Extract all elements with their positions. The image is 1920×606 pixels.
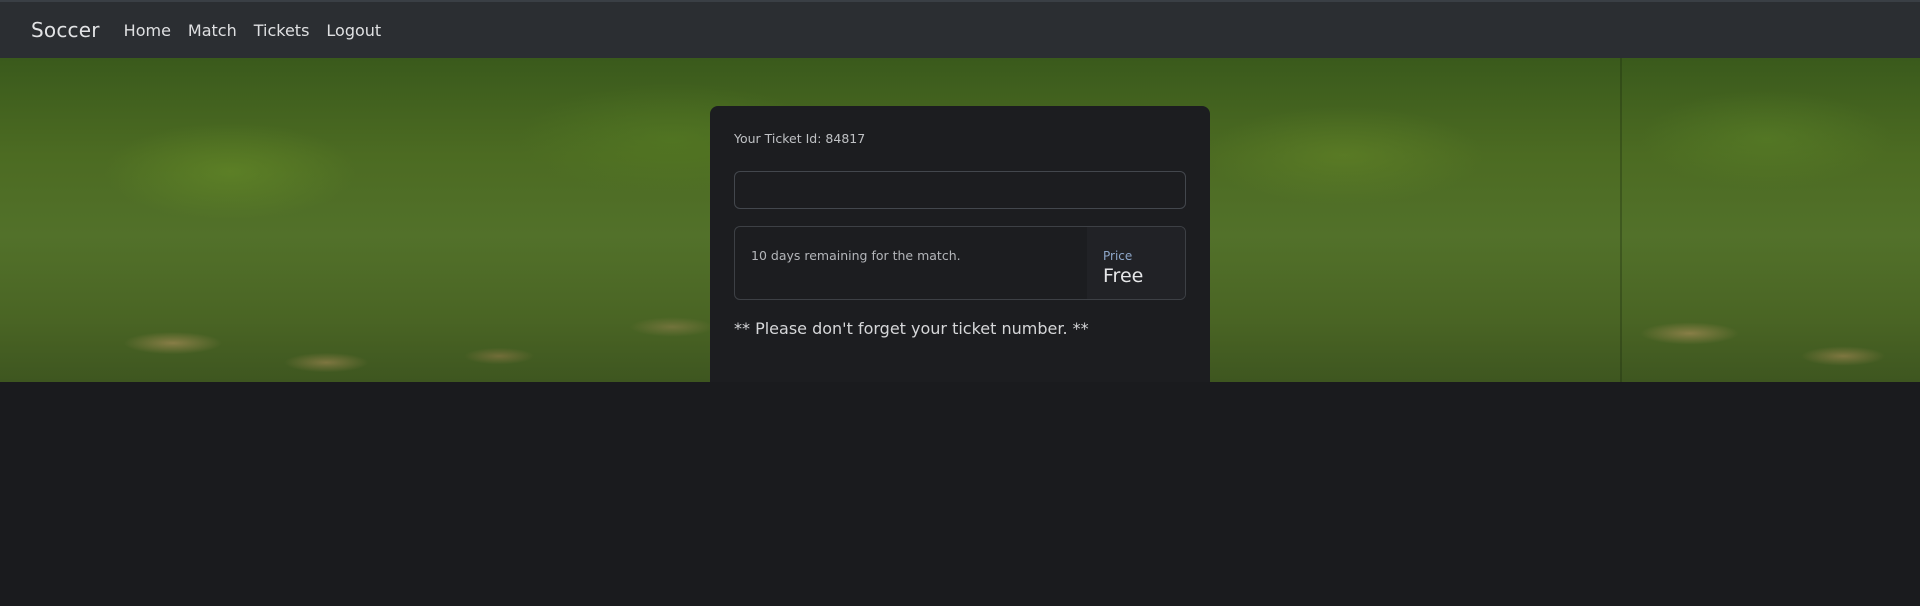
price-label: Price [1103, 249, 1133, 263]
price-panel: Price Free [1087, 227, 1185, 299]
nav-link-logout[interactable]: Logout [326, 21, 381, 40]
hero-image-seam [1620, 58, 1622, 382]
ticket-reminder-note: ** Please don't forget your ticket numbe… [734, 319, 1089, 338]
brand-logo[interactable]: Soccer [31, 18, 100, 42]
page-background [0, 382, 1920, 606]
ticket-card: Your Ticket Id: 84817 10 days remaining … [710, 106, 1210, 382]
nav-link-match[interactable]: Match [188, 21, 237, 40]
nav-link-home[interactable]: Home [124, 21, 171, 40]
navbar: Soccer Home Match Tickets Logout [0, 0, 1920, 58]
nav-links: Home Match Tickets Logout [124, 21, 399, 40]
price-value: Free [1103, 265, 1144, 287]
ticket-code-field[interactable] [734, 171, 1186, 209]
nav-link-tickets[interactable]: Tickets [254, 21, 310, 40]
days-remaining-text: 10 days remaining for the match. [751, 248, 961, 263]
ticket-id-label: Your Ticket Id: 84817 [734, 131, 866, 146]
match-info-box: 10 days remaining for the match. Price F… [734, 226, 1186, 300]
